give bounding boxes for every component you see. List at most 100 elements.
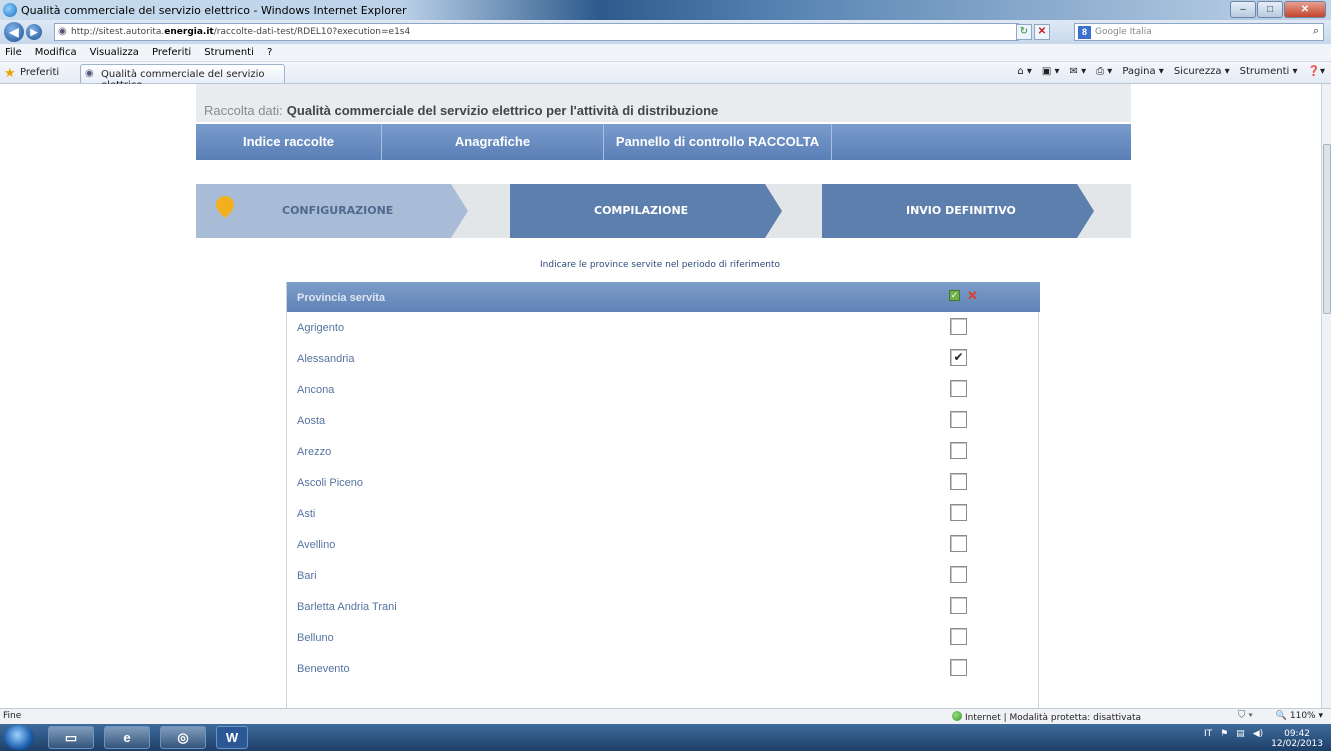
network-icon[interactable]: ▤ <box>1236 729 1245 749</box>
raccolta-header: Raccolta dati: Qualità commerciale del se… <box>196 84 1131 122</box>
favorites-bar: ★ Preferiti ◉ Qualità commerciale del se… <box>0 62 1331 91</box>
favorites-button[interactable]: Preferiti <box>20 67 59 78</box>
table-row: Avellino <box>287 529 1040 560</box>
table-row: Alessandria ✔ <box>287 343 1040 374</box>
tools-menu[interactable]: Strumenti ▾ <box>1240 66 1298 77</box>
clock[interactable]: 09:42 12/02/2013 <box>1271 729 1323 749</box>
province-table: Provincia servita ✓ ✕ Agrigento Alessandr… <box>286 282 1040 708</box>
raccolta-label: Raccolta dati: Qualità commerciale del se… <box>204 103 719 118</box>
flag-icon[interactable]: ⚑ <box>1220 729 1228 749</box>
province-checkbox[interactable] <box>950 504 967 521</box>
province-name: Agrigento <box>297 322 345 334</box>
nav-indice-raccolte[interactable]: Indice raccolte <box>196 124 382 160</box>
volume-icon[interactable]: ◀) <box>1253 729 1263 749</box>
url-text: http://sitest.autorita.energia.it/raccol… <box>71 27 411 37</box>
favorites-star-icon[interactable]: ★ <box>4 65 16 81</box>
province-name: Ancona <box>297 384 335 396</box>
province-checkbox[interactable] <box>950 659 967 676</box>
search-icon[interactable]: ⌕ <box>1313 25 1319 38</box>
step-invio-label: INVIO DEFINITIVO <box>906 204 1016 217</box>
menu-modifica[interactable]: Modifica <box>30 44 82 58</box>
deselect-all-icon[interactable]: ✕ <box>967 288 978 304</box>
province-checkbox[interactable] <box>950 318 967 335</box>
page-icon: ◉ <box>58 26 67 37</box>
nav-pannello-controllo[interactable]: Pannello di controllo RACCOLTA <box>604 124 832 160</box>
province-name: Ascoli Piceno <box>297 477 364 489</box>
browser-tab[interactable]: ◉ Qualità commerciale del servizio elett… <box>80 64 285 91</box>
province-name: Alessandria <box>297 353 355 365</box>
page-viewport: Raccolta dati: Qualità commerciale del se… <box>0 84 1321 708</box>
step-compilazione-label: COMPILAZIONE <box>594 204 689 217</box>
menu-bar: File Modifica Visualizza Preferiti Strum… <box>0 44 1331 62</box>
table-row: Arezzo <box>287 436 1040 467</box>
province-checkbox[interactable] <box>950 566 967 583</box>
feeds-icon[interactable]: ▣ ▾ <box>1042 66 1060 77</box>
scrollbar-thumb[interactable] <box>1323 144 1331 314</box>
zoom-level[interactable]: 🔍 110% ▾ <box>1276 711 1323 721</box>
step-compilazione[interactable]: COMPILAZIONE <box>510 184 782 238</box>
select-all-icon[interactable]: ✓ <box>949 290 960 301</box>
province-name: Barletta Andria Trani <box>297 601 397 613</box>
security-menu[interactable]: Sicurezza ▾ <box>1174 66 1230 77</box>
start-button[interactable] <box>4 725 34 750</box>
search-input[interactable]: 8 Google Italia ⌕ <box>1074 23 1324 41</box>
security-zone[interactable]: Internet | Modalità protetta: disattivat… <box>952 711 1141 723</box>
menu-visualizza[interactable]: Visualizza <box>85 44 144 58</box>
mail-icon[interactable]: ✉ ▾ <box>1070 66 1087 77</box>
province-checkbox[interactable] <box>950 380 967 397</box>
help-icon[interactable]: ❓▾ <box>1308 66 1325 77</box>
instruction-text: Indicare le province servite nel periodo… <box>540 260 780 270</box>
step-invio-definitivo[interactable]: INVIO DEFINITIVO <box>822 184 1094 238</box>
nav-anagrafiche[interactable]: Anagrafiche <box>382 124 604 160</box>
refresh-icon[interactable]: ↻ <box>1016 24 1032 40</box>
command-bar: ⌂ ▾ ▣ ▾ ✉ ▾ ⎙ ▾ Pagina ▾ Sicurezza ▾ Str… <box>1017 66 1325 77</box>
step-configurazione-label: CONFIGURAZIONE <box>282 204 394 217</box>
stop-icon[interactable]: ✕ <box>1034 24 1050 40</box>
table-row: Aosta <box>287 405 1040 436</box>
word-taskbar-icon[interactable]: W <box>216 726 248 749</box>
home-icon[interactable]: ⌂ ▾ <box>1017 66 1032 77</box>
menu-preferiti[interactable]: Preferiti <box>147 44 196 58</box>
maximize-button[interactable]: □ <box>1257 1 1283 18</box>
close-button[interactable]: ✕ <box>1284 1 1326 18</box>
address-toolbar: ◀ ▶ ◉ http://sitest.autorita.energia.it/… <box>0 20 1331 44</box>
title-bar: Qualità commerciale del servizio elettri… <box>0 0 1331 20</box>
province-checkbox[interactable] <box>950 628 967 645</box>
vertical-scrollbar[interactable] <box>1321 84 1331 708</box>
raccolta-title: Qualità commerciale del servizio elettri… <box>286 103 719 118</box>
wizard-steps: CONFIGURAZIONE COMPILAZIONE INVIO DEFINI… <box>196 184 1131 238</box>
table-row: Bari <box>287 560 1040 591</box>
province-checkbox[interactable] <box>950 597 967 614</box>
language-indicator[interactable]: IT <box>1204 729 1212 749</box>
explorer-taskbar-icon[interactable]: ▭ <box>48 726 94 749</box>
menu-help[interactable]: ? <box>262 44 277 58</box>
ie-taskbar-icon[interactable]: e <box>104 726 150 749</box>
menu-file[interactable]: File <box>0 44 27 58</box>
minimize-button[interactable]: – <box>1230 1 1256 18</box>
province-name: Asti <box>297 508 316 520</box>
page-menu[interactable]: Pagina ▾ <box>1122 66 1164 77</box>
media-taskbar-icon[interactable]: ◎ <box>160 726 206 749</box>
province-checkbox[interactable]: ✔ <box>950 349 967 366</box>
print-icon[interactable]: ⎙ ▾ <box>1096 66 1112 77</box>
province-checkbox[interactable] <box>950 411 967 428</box>
province-checkbox[interactable] <box>950 442 967 459</box>
province-checkbox[interactable] <box>950 535 967 552</box>
ie-icon <box>3 3 17 17</box>
forward-button[interactable]: ▶ <box>26 24 42 40</box>
table-row: Ascoli Piceno <box>287 467 1040 498</box>
menu-strumenti[interactable]: Strumenti <box>199 44 259 58</box>
province-checkbox[interactable] <box>950 473 967 490</box>
window-title: Qualità commerciale del servizio elettri… <box>21 4 407 17</box>
protected-mode-icon[interactable]: ⛉ ▾ <box>1238 710 1253 721</box>
address-input[interactable]: ◉ http://sitest.autorita.energia.it/racc… <box>54 23 1019 41</box>
step-configurazione[interactable]: CONFIGURAZIONE <box>196 184 468 238</box>
address-buttons: ↻ ✕ <box>1016 24 1050 40</box>
back-button[interactable]: ◀ <box>4 22 24 42</box>
table-row: Agrigento <box>287 312 1040 343</box>
province-name: Aosta <box>297 415 326 427</box>
taskbar: ▭ e ◎ W IT ⚑ ▤ ◀) 09:42 12/02/2013 <box>0 724 1331 751</box>
location-pin-icon <box>216 196 234 218</box>
table-row: Asti <box>287 498 1040 529</box>
province-name: Arezzo <box>297 446 332 458</box>
